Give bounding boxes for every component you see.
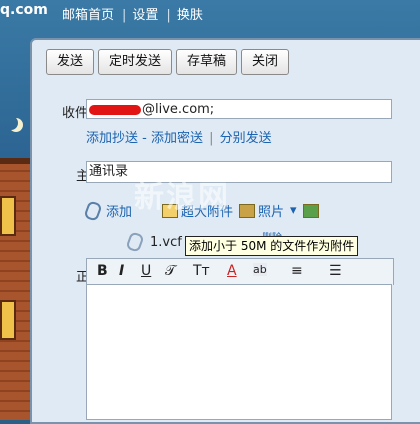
font-family-button[interactable]: 𝒯 (165, 263, 176, 279)
nav-separator: | (122, 8, 127, 23)
highlight-button[interactable]: ab (253, 263, 267, 276)
add-attachment-label: 添加 (106, 205, 133, 220)
attached-file-name[interactable]: 1.vcf (150, 235, 182, 250)
close-button[interactable]: 关闭 (241, 49, 290, 75)
attachment-tooltip: 添加小于 50M 的文件作为附件 (185, 236, 359, 256)
italic-button[interactable]: I (119, 263, 124, 279)
link-separator: | (209, 131, 218, 146)
nav-separator: | (166, 8, 171, 23)
bold-button[interactable]: B (97, 263, 108, 279)
underline-button[interactable]: U (141, 263, 151, 279)
nav-settings[interactable]: 设置 (132, 8, 158, 23)
scheduled-send-button[interactable]: 定时发送 (98, 49, 173, 75)
more-icon[interactable] (302, 203, 319, 218)
moon-decoration (4, 116, 18, 130)
link-separator: - (142, 131, 151, 146)
top-nav: 邮箱首页 | 设置 | 换肤 (62, 4, 205, 23)
recipient-links: 添加抄送 - 添加密送 | 分别发送 (86, 127, 272, 146)
more-dropdown[interactable]: ▾ (290, 203, 297, 218)
photo-icon (239, 203, 256, 218)
to-address-suffix: @live.com; (142, 102, 215, 117)
align-button[interactable]: ≡ (291, 263, 303, 279)
separate-send-link[interactable]: 分别发送 (220, 131, 272, 146)
paperclip-icon (125, 231, 145, 253)
window-decoration (0, 196, 16, 236)
photo-label: 照片 (258, 205, 285, 220)
font-size-button[interactable]: Tт (193, 263, 210, 279)
nav-mail-home[interactable]: 邮箱首页 (62, 8, 114, 23)
add-cc-link[interactable]: 添加抄送 (86, 131, 138, 146)
to-field[interactable]: @live.com; (86, 99, 392, 119)
compose-toolbar: 发送 定时发送 存草稿 关闭 (46, 49, 290, 75)
redacted-address (89, 104, 141, 115)
add-bcc-link[interactable]: 添加密送 (151, 131, 203, 146)
watermark: 新浪网 (134, 180, 230, 215)
subject-field[interactable]: 通讯录 (86, 161, 392, 183)
attached-file-row: 1.vcf (125, 231, 182, 253)
font-color-button[interactable]: A (227, 263, 237, 279)
list-button[interactable]: ☰ (329, 263, 342, 279)
add-attachment-link[interactable]: 添加 (106, 201, 132, 220)
save-draft-button[interactable]: 存草稿 (176, 49, 238, 75)
editor-toolbar: B I U 𝒯 Tт A ab ≡ ☰ (86, 258, 394, 285)
body-editor[interactable] (86, 284, 392, 420)
mail-logo[interactable]: q.com (0, 2, 48, 18)
photo-link[interactable]: 照片 (239, 201, 284, 220)
window-decoration (0, 300, 16, 340)
nav-change-skin[interactable]: 换肤 (177, 8, 203, 23)
paperclip-icon (83, 199, 103, 222)
send-button[interactable]: 发送 (46, 49, 95, 75)
top-bar: q.com 邮箱首页 | 设置 | 换肤 (0, 0, 420, 28)
